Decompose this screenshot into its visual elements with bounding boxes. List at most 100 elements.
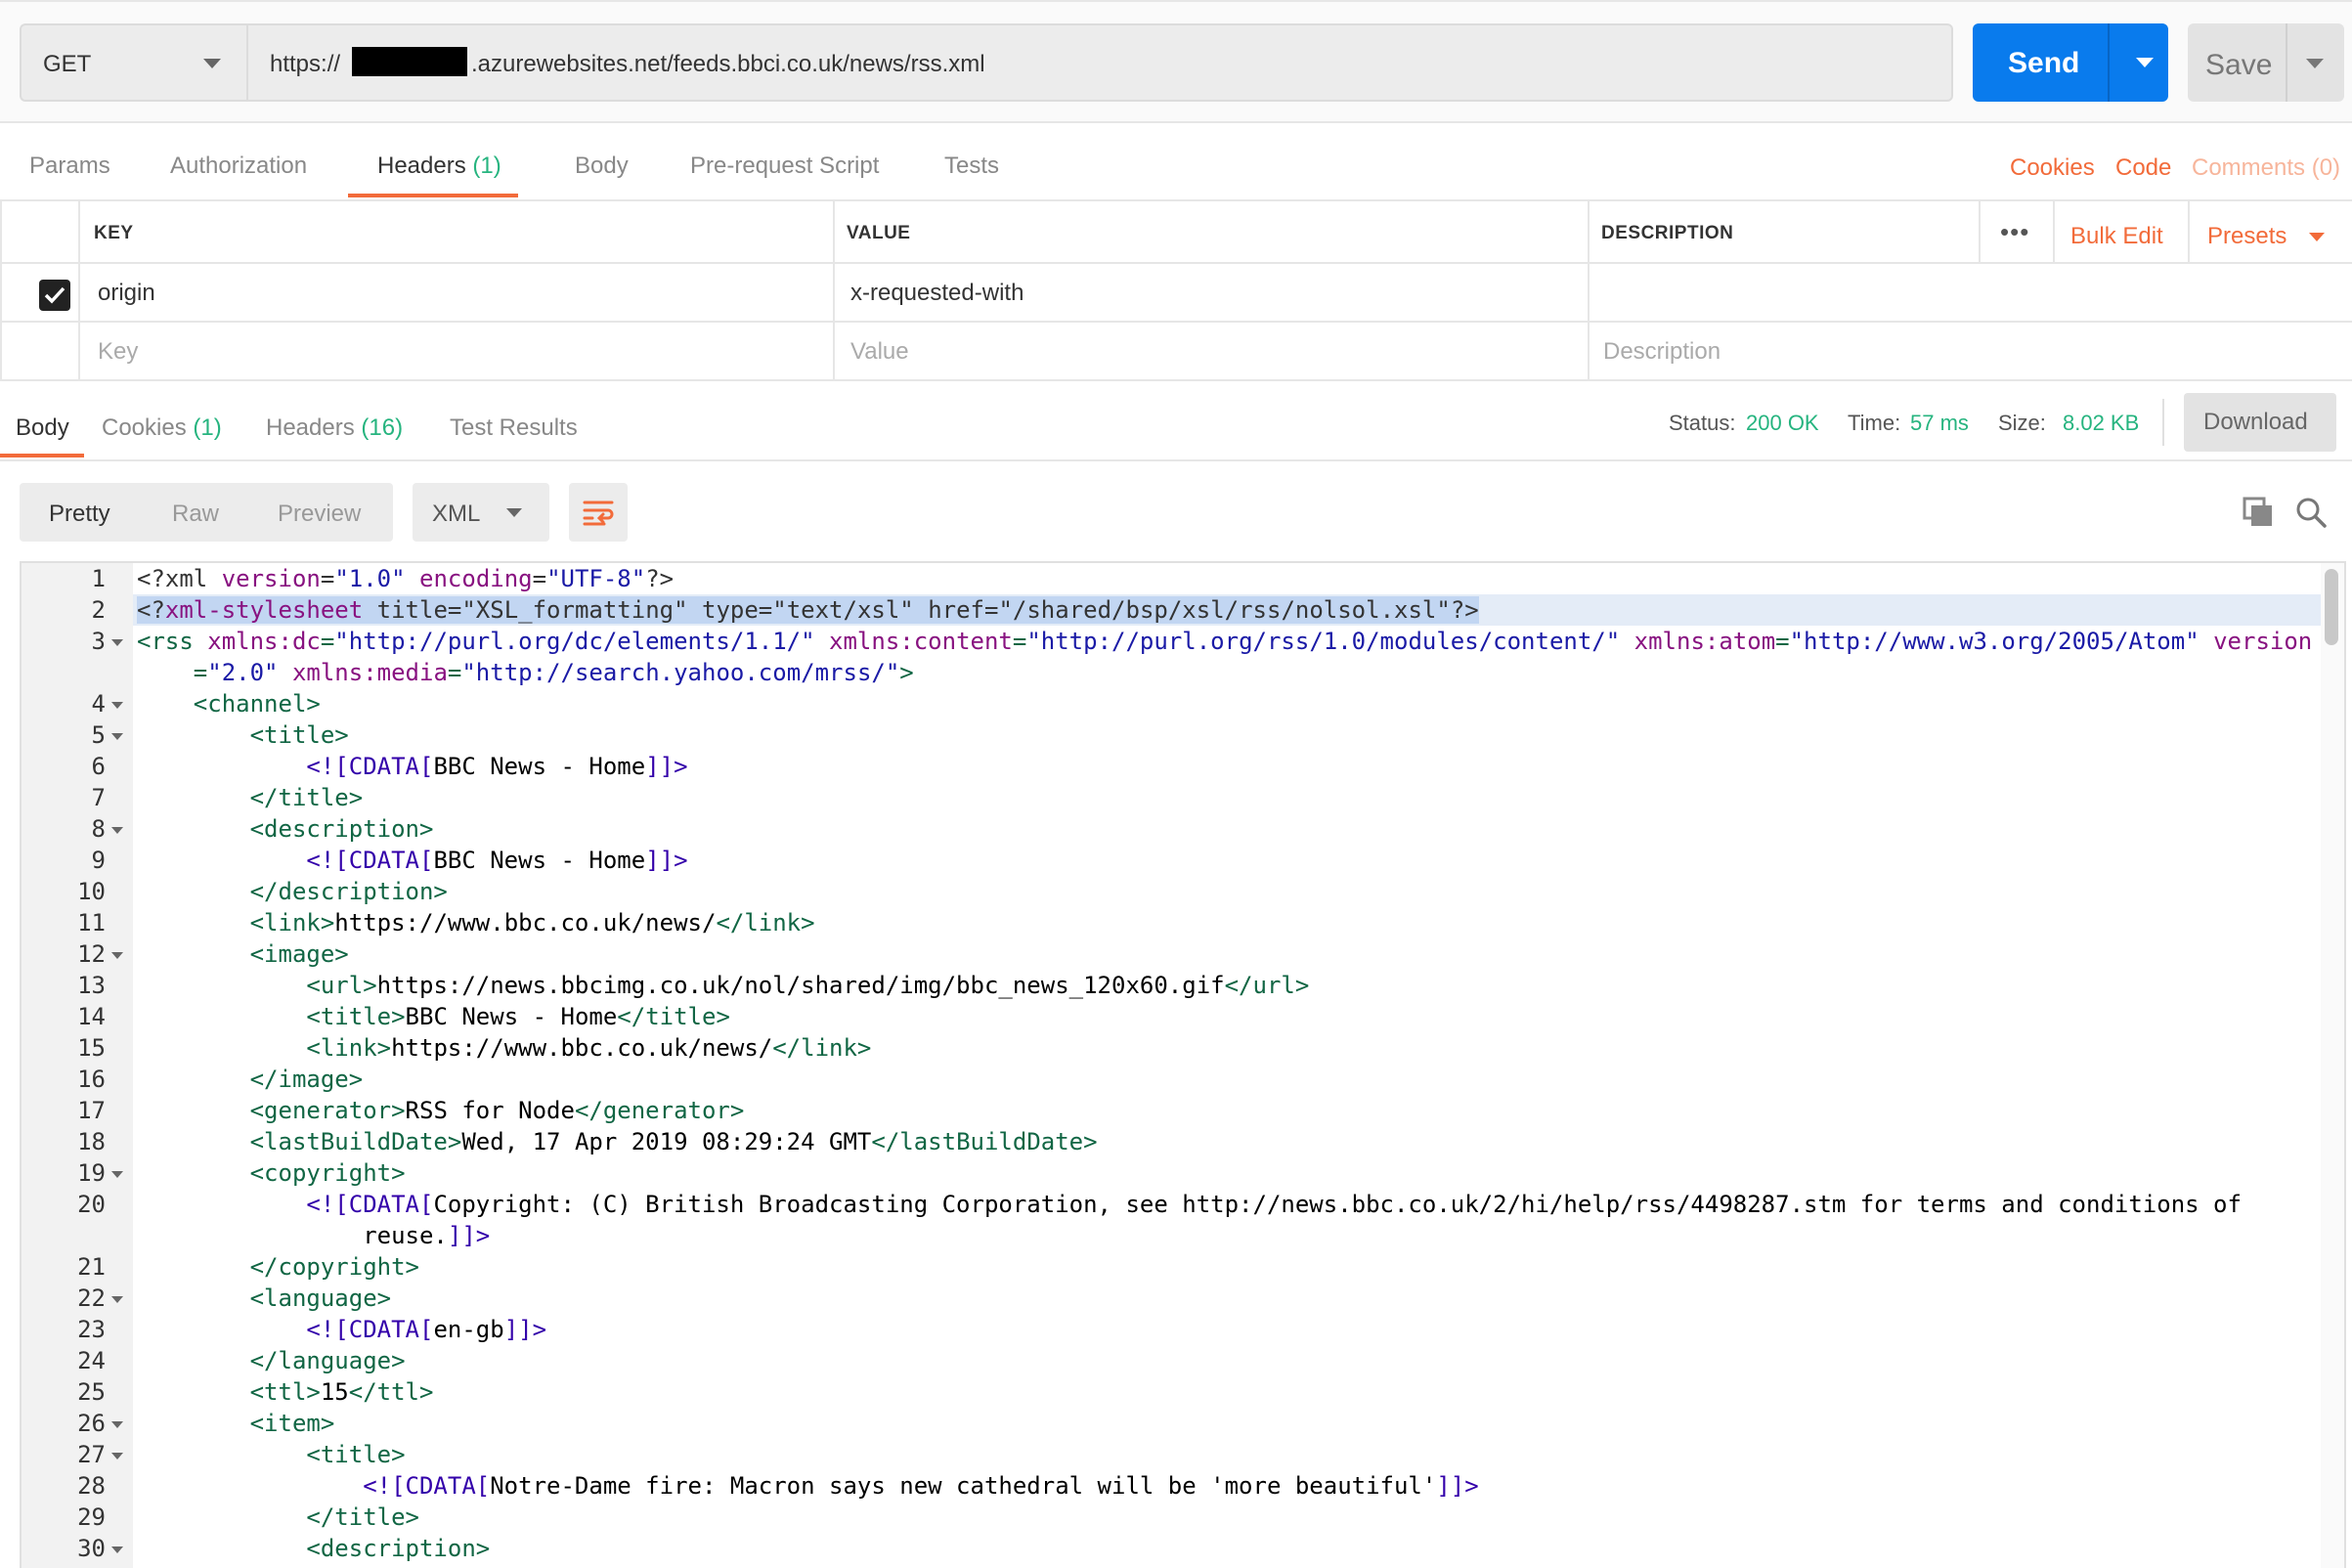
code-line: <link>https://www.bbc.co.uk/news/</link> bbox=[249, 909, 815, 936]
url-suffix: .azurewebsites.net/feeds.bbci.co.uk/news… bbox=[471, 51, 985, 77]
tab-label: Headers bbox=[377, 152, 466, 179]
tab-label: Cookies bbox=[102, 414, 187, 441]
copy-icon[interactable] bbox=[2243, 497, 2274, 533]
line-number: 22 bbox=[77, 1285, 106, 1312]
line-number: 14 bbox=[77, 1003, 106, 1030]
new-key-input[interactable]: Key bbox=[98, 338, 138, 366]
fold-toggle-icon[interactable] bbox=[111, 1296, 123, 1303]
new-value-input[interactable]: Value bbox=[850, 338, 909, 366]
redacted-block bbox=[352, 47, 467, 76]
fold-toggle-icon[interactable] bbox=[111, 827, 123, 834]
response-body-editor[interactable]: 1 <?xml version="1.0" encoding="UTF-8"?> 2… bbox=[20, 561, 2346, 1568]
fold-toggle-icon[interactable] bbox=[111, 1453, 123, 1459]
send-dropdown-icon[interactable] bbox=[2136, 58, 2154, 67]
active-tab-indicator bbox=[348, 194, 518, 197]
response-tab-body[interactable]: Body bbox=[16, 414, 69, 442]
code-line: </title> bbox=[306, 1503, 419, 1531]
tab-authorization[interactable]: Authorization bbox=[170, 152, 307, 180]
wrap-lines-button[interactable] bbox=[569, 483, 628, 542]
fold-toggle-icon[interactable] bbox=[111, 702, 123, 709]
tab-label: Params bbox=[29, 152, 110, 179]
code-line: <link>https://www.bbc.co.uk/news/</link> bbox=[306, 1034, 872, 1062]
tab-headers[interactable]: Headers (1) bbox=[377, 152, 501, 180]
table-divider bbox=[0, 262, 2352, 264]
code-line: <ttl>15</ttl> bbox=[249, 1378, 434, 1406]
line-number: 8 bbox=[91, 815, 106, 843]
view-mode-pretty[interactable]: Pretty bbox=[49, 501, 110, 528]
active-tab-indicator bbox=[0, 454, 84, 457]
response-tab-cookies[interactable]: Cookies (1) bbox=[102, 414, 222, 442]
tab-params[interactable]: Params bbox=[29, 152, 110, 180]
code-line: <lastBuildDate>Wed, 17 Apr 2019 08:29:24… bbox=[249, 1128, 1098, 1155]
tab-label: Authorization bbox=[170, 152, 308, 179]
save-divider bbox=[2286, 23, 2287, 102]
header-key-field[interactable]: origin bbox=[98, 280, 155, 307]
fold-toggle-icon[interactable] bbox=[111, 733, 123, 740]
save-dropdown-icon[interactable] bbox=[2306, 59, 2324, 68]
view-mode-toggle: Pretty Raw Preview bbox=[20, 483, 393, 542]
response-tab-test-results[interactable]: Test Results bbox=[450, 414, 578, 442]
tab-count: (1) bbox=[472, 152, 501, 179]
table-divider bbox=[2188, 201, 2190, 262]
code-line: reuse.]]> bbox=[363, 1222, 491, 1249]
url-input[interactable]: https:// .azurewebsites.net/feeds.bbci.c… bbox=[246, 23, 1953, 102]
line-number: 9 bbox=[91, 847, 106, 874]
fold-toggle-icon[interactable] bbox=[111, 1421, 123, 1428]
fold-toggle-icon[interactable] bbox=[111, 952, 123, 959]
more-options-icon[interactable]: ••• bbox=[2000, 217, 2029, 247]
table-divider bbox=[0, 379, 2352, 381]
checkbox-checked-icon bbox=[44, 286, 65, 304]
cookies-link[interactable]: Cookies bbox=[2010, 154, 2095, 182]
tab-pre-request-script[interactable]: Pre-request Script bbox=[690, 152, 879, 180]
search-icon[interactable] bbox=[2295, 497, 2327, 533]
tab-count: (1) bbox=[193, 414, 222, 441]
presets-dropdown[interactable]: Presets bbox=[2207, 223, 2287, 250]
save-label: Save bbox=[2205, 49, 2273, 81]
tab-label: Headers bbox=[266, 414, 355, 441]
line-number: 20 bbox=[77, 1191, 106, 1218]
comments-link[interactable]: Comments (0) bbox=[2192, 154, 2340, 182]
code-line: <![CDATA[Notre-Dame fire: Macron says ne… bbox=[363, 1472, 1479, 1500]
status-value[interactable]: 200 OK bbox=[1746, 411, 1819, 436]
size-value[interactable]: 8.02 KB bbox=[2063, 411, 2139, 436]
fold-toggle-icon[interactable] bbox=[111, 1546, 123, 1553]
tab-tests[interactable]: Tests bbox=[944, 152, 999, 180]
save-button[interactable]: Save bbox=[2188, 23, 2344, 102]
code-line: <rss xmlns:dc="http://purl.org/dc/elemen… bbox=[137, 628, 2313, 655]
fold-toggle-icon[interactable] bbox=[111, 1171, 123, 1178]
chevron-down-icon bbox=[2309, 233, 2325, 241]
method-label: GET bbox=[43, 51, 92, 77]
line-number: 12 bbox=[77, 940, 106, 968]
code-line: <description> bbox=[306, 1535, 491, 1562]
line-number: 23 bbox=[77, 1316, 106, 1343]
header-enabled-checkbox[interactable] bbox=[39, 280, 70, 311]
time-value[interactable]: 57 ms bbox=[1910, 411, 1969, 436]
fold-toggle-icon[interactable] bbox=[111, 639, 123, 646]
code-line: </image> bbox=[249, 1066, 364, 1093]
line-number: 3 bbox=[91, 628, 106, 655]
table-divider bbox=[833, 201, 835, 381]
bulk-edit-link[interactable]: Bulk Edit bbox=[2070, 223, 2163, 250]
line-number: 18 bbox=[77, 1128, 106, 1155]
code-line: <![CDATA[BBC News - Home]]> bbox=[306, 753, 688, 780]
view-mode-preview[interactable]: Preview bbox=[278, 501, 361, 528]
send-button[interactable]: Send bbox=[1973, 23, 2168, 102]
line-number: 10 bbox=[77, 878, 106, 905]
view-mode-raw[interactable]: Raw bbox=[172, 501, 219, 528]
tab-body[interactable]: Body bbox=[575, 152, 629, 180]
header-value-field[interactable]: x-requested-with bbox=[850, 280, 1024, 307]
new-description-input[interactable]: Description bbox=[1603, 338, 1720, 366]
table-divider bbox=[1588, 201, 1590, 381]
line-number: 17 bbox=[77, 1097, 106, 1124]
header-description-field[interactable] bbox=[1603, 280, 2327, 309]
language-select[interactable]: XML bbox=[413, 483, 549, 542]
status-divider bbox=[2162, 399, 2164, 446]
scrollbar[interactable] bbox=[2321, 563, 2344, 1568]
response-tab-headers[interactable]: Headers (16) bbox=[266, 414, 403, 442]
method-select[interactable]: GET bbox=[20, 23, 246, 102]
tab-count: (16) bbox=[361, 414, 404, 441]
code-link[interactable]: Code bbox=[2115, 154, 2171, 182]
download-button[interactable]: Download bbox=[2184, 393, 2336, 452]
scrollbar-thumb[interactable] bbox=[2325, 569, 2338, 645]
line-number: 11 bbox=[77, 909, 106, 936]
